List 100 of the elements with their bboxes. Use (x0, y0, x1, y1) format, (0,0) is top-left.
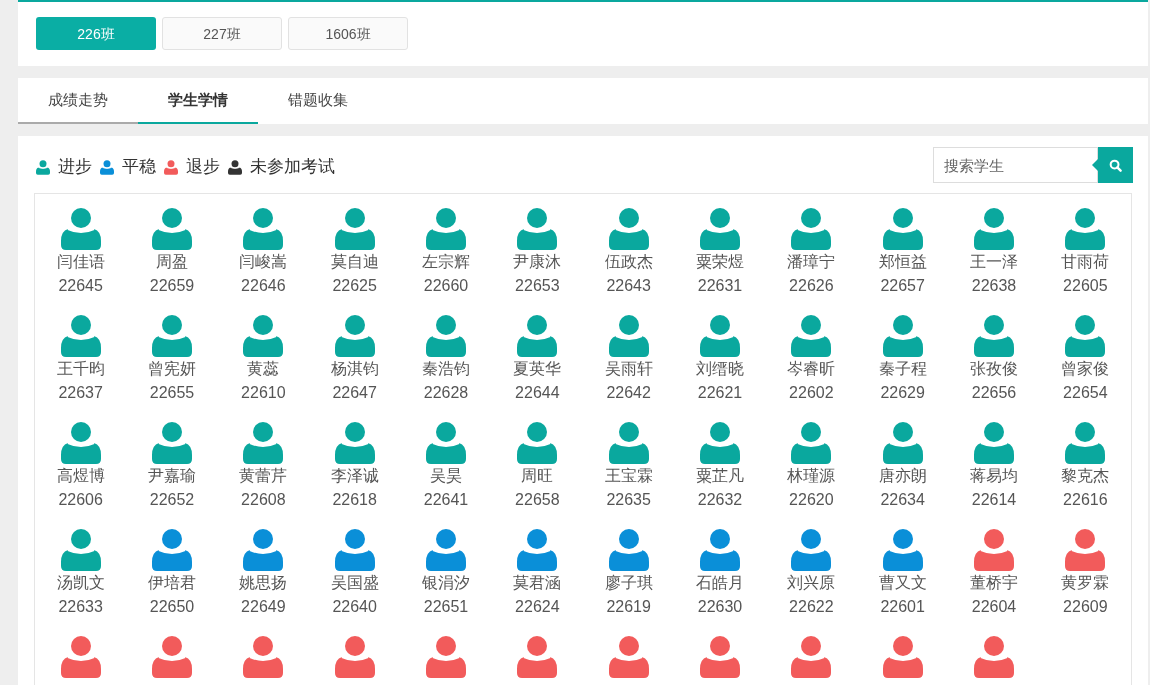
legend-label: 平稳 (122, 156, 156, 179)
student-name: 左宗辉 (422, 252, 470, 272)
student-name: 吴昊 (430, 466, 462, 486)
student-id: 22626 (789, 276, 834, 296)
student-id: 22644 (515, 383, 560, 403)
student-name: 银涓汐 (422, 573, 470, 593)
student-id: 22638 (971, 276, 1017, 296)
student-name: 甘雨荷 (1061, 252, 1110, 272)
student-name: 黄罗霖 (1061, 573, 1110, 593)
student-id: 22619 (606, 597, 651, 617)
student-id: 22614 (971, 490, 1017, 510)
student-id: 22659 (149, 276, 195, 296)
student-name: 林瑾源 (787, 466, 836, 486)
class-button[interactable]: 227班 (162, 17, 282, 50)
student-name: 秦浩钧 (422, 359, 470, 379)
student-name: 王宝霖 (604, 466, 653, 486)
student-name: 潘璋宁 (787, 252, 836, 272)
student-name: 粟芷凡 (696, 466, 744, 486)
student-id: 22642 (606, 383, 651, 403)
tab[interactable]: 学生学情 (138, 78, 258, 124)
search-field[interactable]: 搜索学生 (933, 147, 1098, 183)
student-name: 杨淇钧 (330, 359, 379, 379)
student-id: 22651 (423, 597, 469, 617)
student-name: 周旺 (521, 466, 554, 486)
student-name: 尹嘉瑜 (148, 466, 196, 486)
student-id: 22632 (697, 490, 743, 510)
student-name: 廖子琪 (604, 573, 653, 593)
student-name: 刘兴原 (787, 573, 836, 593)
student-name: 高煜博 (56, 466, 105, 486)
student-name: 郑恒益 (878, 252, 927, 272)
student-id: 22602 (789, 383, 834, 403)
student-id: 22641 (423, 490, 469, 510)
student-id: 22618 (332, 490, 377, 510)
student-name: 曾宪妍 (148, 359, 196, 379)
student-id: 22646 (241, 276, 286, 296)
student-id: 22657 (880, 276, 925, 296)
student-id: 22634 (880, 490, 925, 510)
student-id: 22643 (606, 276, 651, 296)
student-id: 22622 (789, 597, 834, 617)
student-name: 莫君涵 (513, 573, 562, 593)
student-id: 22650 (149, 597, 195, 617)
student-id: 22629 (880, 383, 925, 403)
student-name: 姚思扬 (239, 573, 288, 593)
student-id: 22604 (971, 597, 1017, 617)
student-id: 22609 (1063, 597, 1108, 617)
class-button[interactable]: 1606班 (288, 17, 408, 50)
student-name: 黄蕊 (247, 359, 280, 379)
student-id: 22628 (423, 383, 469, 403)
student-id: 22640 (332, 597, 377, 617)
student-name: 尹康沐 (513, 252, 562, 272)
legend-label: 退步 (186, 156, 220, 179)
student-name: 粟荣煜 (696, 252, 744, 272)
student-name: 唐亦朗 (878, 466, 927, 486)
student-name: 曹又文 (878, 573, 927, 593)
search-button[interactable] (1098, 147, 1133, 183)
student-name: 伊培君 (148, 573, 196, 593)
student-name: 汤凯文 (56, 573, 105, 593)
student-id: 22654 (1063, 383, 1108, 403)
student-id: 22606 (58, 490, 103, 510)
student-name: 岑睿昕 (787, 359, 836, 379)
student-id: 22653 (515, 276, 560, 296)
student-id: 22624 (515, 597, 560, 617)
student-id: 22625 (332, 276, 377, 296)
student-name: 闫佳语 (56, 252, 105, 272)
student-id: 22608 (241, 490, 286, 510)
student-name: 伍政杰 (604, 252, 653, 272)
student-name: 王一泽 (970, 252, 1018, 272)
student-name: 曾家俊 (1061, 359, 1110, 379)
student-name: 王千昀 (56, 359, 105, 379)
student-id: 22656 (971, 383, 1017, 403)
student-id: 22620 (789, 490, 834, 510)
student-id: 22621 (697, 383, 743, 403)
student-name: 莫自迪 (330, 252, 379, 272)
search-icon (1109, 158, 1122, 172)
student-name: 周盈 (156, 252, 188, 272)
student-id: 22658 (515, 490, 560, 510)
student-id: 22649 (241, 597, 286, 617)
student-name: 秦子程 (878, 359, 927, 379)
student-name: 夏英华 (513, 359, 562, 379)
student-name: 吴国盛 (330, 573, 379, 593)
student-id: 22601 (880, 597, 925, 617)
student-name: 张孜俊 (970, 359, 1018, 379)
student-id: 22652 (149, 490, 195, 510)
student-name: 董桥宇 (970, 573, 1018, 593)
student-id: 22605 (1063, 276, 1108, 296)
student-id: 22655 (149, 383, 195, 403)
student-id: 22610 (241, 383, 286, 403)
student-id: 22647 (332, 383, 377, 403)
student-name: 吴雨轩 (604, 359, 653, 379)
student-name: 闫峻嵩 (239, 252, 288, 272)
student-name: 石皓月 (696, 573, 744, 593)
student-id: 22645 (58, 276, 103, 296)
tab[interactable]: 错题收集 (258, 78, 378, 124)
student-id: 22631 (697, 276, 743, 296)
student-name: 黎克杰 (1061, 466, 1110, 486)
student-name: 蒋易均 (970, 466, 1018, 486)
student-id: 22630 (697, 597, 743, 617)
student-name: 刘缙晓 (696, 359, 744, 379)
tab[interactable]: 成绩走势 (18, 78, 138, 124)
legend-label: 进步 (58, 156, 92, 179)
